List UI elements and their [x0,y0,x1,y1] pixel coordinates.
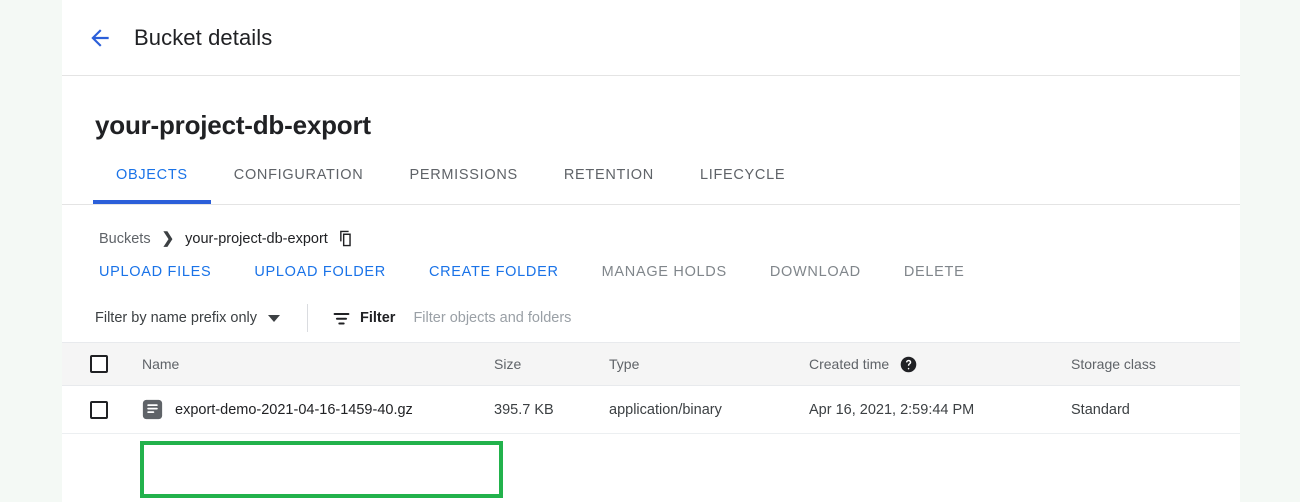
cell-created-time: Apr 16, 2021, 2:59:44 PM [809,385,1071,434]
table-row[interactable]: export-demo-2021-04-16-1459-40.gz 395.7 … [62,385,1240,434]
filter-bar: Filter by name prefix only Filter [62,294,1240,342]
column-header-type[interactable]: Type [609,343,809,386]
arrow-back-icon [87,25,113,51]
download-button[interactable]: DOWNLOAD [770,264,861,280]
chevron-down-icon [267,314,280,322]
upload-files-button[interactable]: UPLOAD FILES [99,264,211,280]
breadcrumb-item-current: your-project-db-export [185,230,328,247]
filter-divider [306,304,308,332]
object-name-link[interactable]: export-demo-2021-04-16-1459-40.gz [175,402,413,418]
column-header-size[interactable]: Size [494,343,609,386]
breadcrumb-item-buckets[interactable]: Buckets [99,231,151,247]
tab-configuration[interactable]: CONFIGURATION [211,163,387,203]
tab-lifecycle[interactable]: LIFECYCLE [677,163,808,203]
table-body: export-demo-2021-04-16-1459-40.gz 395.7 … [62,385,1240,434]
objects-table: Name Size Type Created time Storage clas… [62,342,1240,434]
column-header-name[interactable]: Name [142,343,494,386]
filter-button-label: Filter [359,310,396,326]
tab-retention[interactable]: RETENTION [541,163,677,203]
tab-permissions[interactable]: PERMISSIONS [386,163,540,203]
cell-storage-class: Standard [1071,385,1240,434]
filter-list-icon [332,309,360,328]
cell-type: application/binary [609,385,809,434]
cell-size: 395.7 KB [494,385,609,434]
copy-icon[interactable] [338,230,355,247]
cell-name: export-demo-2021-04-16-1459-40.gz [142,385,494,434]
select-all-header [62,343,142,386]
help-icon[interactable] [900,356,917,373]
table-header: Name Size Type Created time Storage clas… [62,342,1240,386]
delete-button[interactable]: DELETE [904,264,965,280]
screenshot-root: Bucket details your-project-db-export OB… [0,0,1300,502]
filter-input[interactable] [411,309,836,327]
column-header-storage-class[interactable]: Storage class [1071,343,1240,386]
row-checkbox[interactable] [90,400,108,419]
object-actions-toolbar: UPLOAD FILES UPLOAD FOLDER CREATE FOLDER… [62,247,1240,280]
select-all-checkbox[interactable] [90,355,108,373]
filter-mode-dropdown[interactable]: Filter by name prefix only [95,310,280,326]
manage-holds-button[interactable]: MANAGE HOLDS [602,264,727,280]
top-app-bar: Bucket details [62,0,1240,76]
breadcrumb: Buckets ❯ your-project-db-export [62,205,1240,247]
upload-folder-button[interactable]: UPLOAD FOLDER [254,264,386,280]
table-header-row: Name Size Type Created time Storage clas… [62,342,1240,386]
row-select-cell [62,385,142,434]
column-header-created-time-label: Created time [809,356,890,372]
breadcrumb-separator-icon: ❯ [161,230,175,247]
tab-bar: OBJECTS CONFIGURATION PERMISSIONS RETENT… [62,163,1240,205]
page-title: Bucket details [134,24,273,50]
file-document-icon [142,399,163,420]
create-folder-button[interactable]: CREATE FOLDER [429,264,559,280]
bucket-details-card: Bucket details your-project-db-export OB… [62,0,1240,502]
bucket-name-heading: your-project-db-export [95,110,371,140]
filter-mode-label: Filter by name prefix only [95,310,257,326]
back-button[interactable] [80,18,120,58]
tab-objects[interactable]: OBJECTS [93,163,211,204]
filter-button[interactable]: Filter [332,309,395,328]
column-header-created-time[interactable]: Created time [809,343,1071,386]
